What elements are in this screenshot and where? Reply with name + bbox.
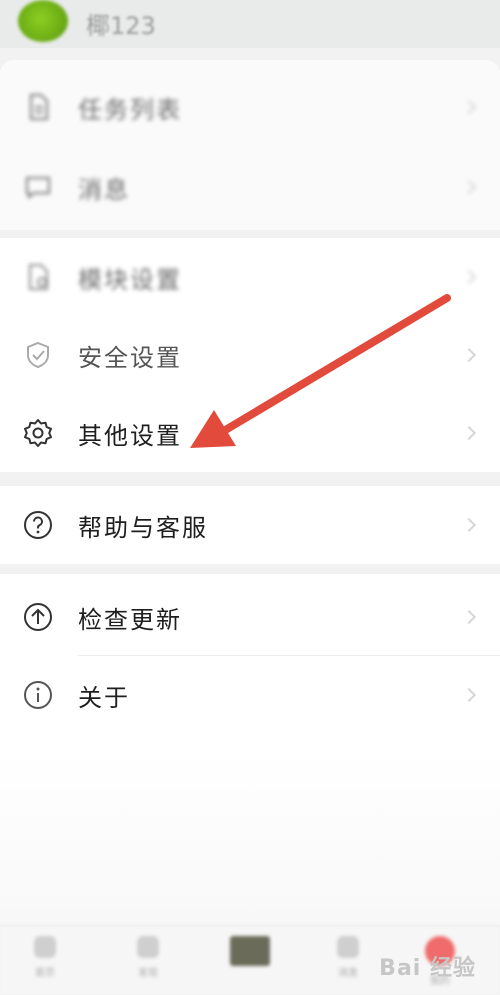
help-circle-icon — [22, 509, 54, 541]
profile-header[interactable]: 椰123 — [0, 0, 500, 48]
tab-discover[interactable]: 发现 — [118, 936, 178, 986]
shield-check-icon — [22, 339, 54, 371]
menu-group-1: 任务列表 消息 — [0, 60, 500, 230]
menu-item-label: 检查更新 — [78, 605, 182, 634]
menu-group-3: 帮助与客服 — [0, 486, 500, 564]
watermark: Bai 经验 — [379, 956, 476, 981]
menu-item-help-service[interactable]: 帮助与客服 — [0, 486, 500, 564]
username: 椰123 — [86, 12, 156, 40]
menu-item-check-update[interactable]: 检查更新 — [0, 578, 500, 656]
tab-messages[interactable]: 消息 — [318, 936, 378, 986]
menu-item-other-settings[interactable]: 其他设置 — [0, 394, 500, 472]
info-circle-icon — [22, 679, 54, 711]
chevron-right-icon — [461, 609, 477, 625]
chat-icon — [22, 171, 54, 203]
thumbnail-icon — [230, 936, 270, 966]
tab-label: 首页 — [35, 968, 55, 979]
menu-item-label: 任务列表 — [78, 95, 182, 124]
menu-item-module-settings[interactable]: 模块设置 — [0, 238, 500, 316]
menu-item-about[interactable]: 关于 — [0, 656, 500, 734]
document-icon — [22, 91, 54, 123]
chevron-right-icon — [461, 269, 477, 285]
menu-item-label: 关于 — [78, 683, 130, 712]
file-settings-icon — [22, 261, 54, 293]
tab-center[interactable] — [220, 936, 280, 986]
avatar[interactable] — [18, 0, 68, 42]
tab-label: 发现 — [138, 968, 158, 979]
menu-item-label: 安全设置 — [78, 343, 182, 372]
chevron-right-icon — [461, 347, 477, 363]
message-icon — [337, 936, 359, 958]
arrow-up-circle-icon — [22, 601, 54, 633]
gear-icon — [22, 417, 54, 449]
menu-item-label: 帮助与客服 — [78, 513, 208, 542]
menu-group-2: 模块设置 安全设置 其他设置 — [0, 238, 500, 472]
menu-item-messages[interactable]: 消息 — [0, 148, 500, 226]
menu-item-label: 模块设置 — [78, 265, 182, 294]
chevron-right-icon — [461, 179, 477, 195]
menu-item-label: 消息 — [78, 175, 130, 204]
menu-item-security-settings[interactable]: 安全设置 — [0, 316, 500, 394]
menu-item-tasks[interactable]: 任务列表 — [0, 68, 500, 146]
blank-area — [0, 749, 500, 925]
compass-icon — [137, 936, 159, 958]
chevron-right-icon — [461, 517, 477, 533]
chevron-right-icon — [461, 425, 477, 441]
tab-label: 消息 — [338, 968, 358, 979]
menu-item-label: 其他设置 — [78, 421, 182, 450]
home-icon — [34, 936, 56, 958]
chevron-right-icon — [461, 687, 477, 703]
tab-home[interactable]: 首页 — [15, 936, 75, 986]
chevron-right-icon — [461, 99, 477, 115]
menu-group-4: 检查更新 关于 — [0, 574, 500, 749]
